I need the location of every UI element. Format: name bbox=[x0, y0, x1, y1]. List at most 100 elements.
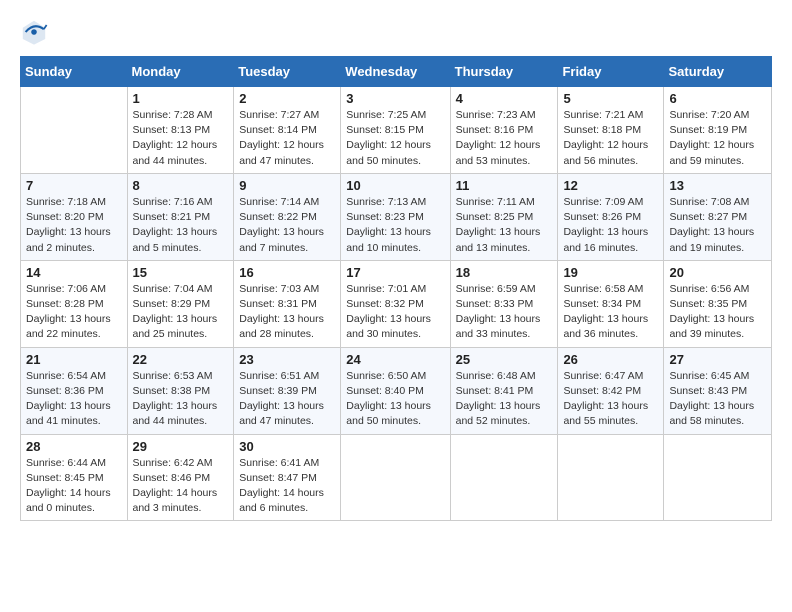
day-number: 21 bbox=[26, 352, 122, 367]
day-info: Sunrise: 7:13 AM Sunset: 8:23 PM Dayligh… bbox=[346, 195, 444, 256]
day-number: 30 bbox=[239, 439, 335, 454]
day-number: 11 bbox=[456, 178, 553, 193]
day-number: 2 bbox=[239, 91, 335, 106]
day-info: Sunrise: 7:06 AM Sunset: 8:28 PM Dayligh… bbox=[26, 282, 122, 343]
calendar-cell bbox=[450, 434, 558, 521]
day-number: 20 bbox=[669, 265, 766, 280]
calendar-cell: 25 Sunrise: 6:48 AM Sunset: 8:41 PM Dayli… bbox=[450, 347, 558, 434]
day-number: 1 bbox=[133, 91, 229, 106]
calendar-cell: 10 Sunrise: 7:13 AM Sunset: 8:23 PM Dayli… bbox=[341, 173, 450, 260]
calendar-cell: 8 Sunrise: 7:16 AM Sunset: 8:21 PM Daylig… bbox=[127, 173, 234, 260]
calendar-header-wednesday: Wednesday bbox=[341, 57, 450, 87]
day-number: 27 bbox=[669, 352, 766, 367]
day-info: Sunrise: 6:42 AM Sunset: 8:46 PM Dayligh… bbox=[133, 456, 229, 517]
day-info: Sunrise: 7:28 AM Sunset: 8:13 PM Dayligh… bbox=[133, 108, 229, 169]
day-number: 17 bbox=[346, 265, 444, 280]
calendar-cell: 3 Sunrise: 7:25 AM Sunset: 8:15 PM Daylig… bbox=[341, 87, 450, 174]
calendar-header-friday: Friday bbox=[558, 57, 664, 87]
calendar-cell: 17Sunrise: 7:01 AM Sunset: 8:32 PM Dayli… bbox=[341, 260, 450, 347]
day-info: Sunrise: 7:16 AM Sunset: 8:21 PM Dayligh… bbox=[133, 195, 229, 256]
day-number: 9 bbox=[239, 178, 335, 193]
day-info: Sunrise: 7:14 AM Sunset: 8:22 PM Dayligh… bbox=[239, 195, 335, 256]
calendar-week-1: 7 Sunrise: 7:18 AM Sunset: 8:20 PM Daylig… bbox=[21, 173, 772, 260]
calendar-cell: 2 Sunrise: 7:27 AM Sunset: 8:14 PM Daylig… bbox=[234, 87, 341, 174]
day-info: Sunrise: 6:54 AM Sunset: 8:36 PM Dayligh… bbox=[26, 369, 122, 430]
calendar-cell: 24Sunrise: 6:50 AM Sunset: 8:40 PM Dayli… bbox=[341, 347, 450, 434]
day-number: 13 bbox=[669, 178, 766, 193]
day-info: Sunrise: 6:44 AM Sunset: 8:45 PM Dayligh… bbox=[26, 456, 122, 517]
day-number: 6 bbox=[669, 91, 766, 106]
calendar-cell: 20Sunrise: 6:56 AM Sunset: 8:35 PM Dayli… bbox=[664, 260, 772, 347]
day-info: Sunrise: 7:04 AM Sunset: 8:29 PM Dayligh… bbox=[133, 282, 229, 343]
calendar-cell: 18Sunrise: 6:59 AM Sunset: 8:33 PM Dayli… bbox=[450, 260, 558, 347]
calendar-cell bbox=[21, 87, 128, 174]
calendar-cell bbox=[664, 434, 772, 521]
day-info: Sunrise: 6:45 AM Sunset: 8:43 PM Dayligh… bbox=[669, 369, 766, 430]
day-info: Sunrise: 7:27 AM Sunset: 8:14 PM Dayligh… bbox=[239, 108, 335, 169]
day-info: Sunrise: 7:23 AM Sunset: 8:16 PM Dayligh… bbox=[456, 108, 553, 169]
day-number: 3 bbox=[346, 91, 444, 106]
page: SundayMondayTuesdayWednesdayThursdayFrid… bbox=[0, 0, 792, 612]
day-number: 28 bbox=[26, 439, 122, 454]
calendar-cell: 7 Sunrise: 7:18 AM Sunset: 8:20 PM Daylig… bbox=[21, 173, 128, 260]
calendar-cell: 27 Sunrise: 6:45 AM Sunset: 8:43 PM Dayli… bbox=[664, 347, 772, 434]
calendar-cell: 5 Sunrise: 7:21 AM Sunset: 8:18 PM Daylig… bbox=[558, 87, 664, 174]
day-number: 16 bbox=[239, 265, 335, 280]
calendar-cell: 12Sunrise: 7:09 AM Sunset: 8:26 PM Dayli… bbox=[558, 173, 664, 260]
day-info: Sunrise: 7:25 AM Sunset: 8:15 PM Dayligh… bbox=[346, 108, 444, 169]
calendar-cell: 23 Sunrise: 6:51 AM Sunset: 8:39 PM Dayli… bbox=[234, 347, 341, 434]
calendar-cell bbox=[558, 434, 664, 521]
day-number: 10 bbox=[346, 178, 444, 193]
day-info: Sunrise: 6:41 AM Sunset: 8:47 PM Dayligh… bbox=[239, 456, 335, 517]
calendar-cell: 16 Sunrise: 7:03 AM Sunset: 8:31 PM Dayli… bbox=[234, 260, 341, 347]
day-info: Sunrise: 7:21 AM Sunset: 8:18 PM Dayligh… bbox=[563, 108, 658, 169]
day-number: 23 bbox=[239, 352, 335, 367]
calendar-cell: 30 Sunrise: 6:41 AM Sunset: 8:47 PM Dayli… bbox=[234, 434, 341, 521]
calendar-header-tuesday: Tuesday bbox=[234, 57, 341, 87]
day-info: Sunrise: 7:08 AM Sunset: 8:27 PM Dayligh… bbox=[669, 195, 766, 256]
calendar-cell bbox=[341, 434, 450, 521]
calendar-header-row: SundayMondayTuesdayWednesdayThursdayFrid… bbox=[21, 57, 772, 87]
logo-icon bbox=[20, 18, 48, 46]
calendar-header-sunday: Sunday bbox=[21, 57, 128, 87]
calendar-week-0: 1 Sunrise: 7:28 AM Sunset: 8:13 PM Daylig… bbox=[21, 87, 772, 174]
day-info: Sunrise: 6:48 AM Sunset: 8:41 PM Dayligh… bbox=[456, 369, 553, 430]
calendar-cell: 6 Sunrise: 7:20 AM Sunset: 8:19 PM Daylig… bbox=[664, 87, 772, 174]
calendar-header-thursday: Thursday bbox=[450, 57, 558, 87]
day-info: Sunrise: 7:18 AM Sunset: 8:20 PM Dayligh… bbox=[26, 195, 122, 256]
day-number: 29 bbox=[133, 439, 229, 454]
day-number: 22 bbox=[133, 352, 229, 367]
calendar-week-4: 28 Sunrise: 6:44 AM Sunset: 8:45 PM Dayli… bbox=[21, 434, 772, 521]
calendar-cell: 14 Sunrise: 7:06 AM Sunset: 8:28 PM Dayli… bbox=[21, 260, 128, 347]
day-number: 5 bbox=[563, 91, 658, 106]
day-number: 15 bbox=[133, 265, 229, 280]
day-number: 4 bbox=[456, 91, 553, 106]
day-info: Sunrise: 7:20 AM Sunset: 8:19 PM Dayligh… bbox=[669, 108, 766, 169]
day-number: 8 bbox=[133, 178, 229, 193]
calendar-cell: 21 Sunrise: 6:54 AM Sunset: 8:36 PM Dayli… bbox=[21, 347, 128, 434]
day-info: Sunrise: 6:58 AM Sunset: 8:34 PM Dayligh… bbox=[563, 282, 658, 343]
day-number: 25 bbox=[456, 352, 553, 367]
calendar-cell: 15 Sunrise: 7:04 AM Sunset: 8:29 PM Dayli… bbox=[127, 260, 234, 347]
header bbox=[20, 18, 772, 46]
calendar-table: SundayMondayTuesdayWednesdayThursdayFrid… bbox=[20, 56, 772, 521]
day-info: Sunrise: 6:51 AM Sunset: 8:39 PM Dayligh… bbox=[239, 369, 335, 430]
day-number: 14 bbox=[26, 265, 122, 280]
calendar-cell: 13 Sunrise: 7:08 AM Sunset: 8:27 PM Dayli… bbox=[664, 173, 772, 260]
day-number: 18 bbox=[456, 265, 553, 280]
calendar-cell: 1 Sunrise: 7:28 AM Sunset: 8:13 PM Daylig… bbox=[127, 87, 234, 174]
calendar-cell: 19Sunrise: 6:58 AM Sunset: 8:34 PM Dayli… bbox=[558, 260, 664, 347]
calendar-cell: 22Sunrise: 6:53 AM Sunset: 8:38 PM Dayli… bbox=[127, 347, 234, 434]
calendar-week-3: 21 Sunrise: 6:54 AM Sunset: 8:36 PM Dayli… bbox=[21, 347, 772, 434]
day-info: Sunrise: 7:03 AM Sunset: 8:31 PM Dayligh… bbox=[239, 282, 335, 343]
calendar-cell: 26Sunrise: 6:47 AM Sunset: 8:42 PM Dayli… bbox=[558, 347, 664, 434]
day-info: Sunrise: 6:50 AM Sunset: 8:40 PM Dayligh… bbox=[346, 369, 444, 430]
calendar-week-2: 14 Sunrise: 7:06 AM Sunset: 8:28 PM Dayli… bbox=[21, 260, 772, 347]
calendar-cell: 29 Sunrise: 6:42 AM Sunset: 8:46 PM Dayli… bbox=[127, 434, 234, 521]
calendar-header-saturday: Saturday bbox=[664, 57, 772, 87]
day-info: Sunrise: 6:47 AM Sunset: 8:42 PM Dayligh… bbox=[563, 369, 658, 430]
logo bbox=[20, 18, 52, 46]
day-number: 12 bbox=[563, 178, 658, 193]
calendar-cell: 9 Sunrise: 7:14 AM Sunset: 8:22 PM Daylig… bbox=[234, 173, 341, 260]
day-number: 7 bbox=[26, 178, 122, 193]
